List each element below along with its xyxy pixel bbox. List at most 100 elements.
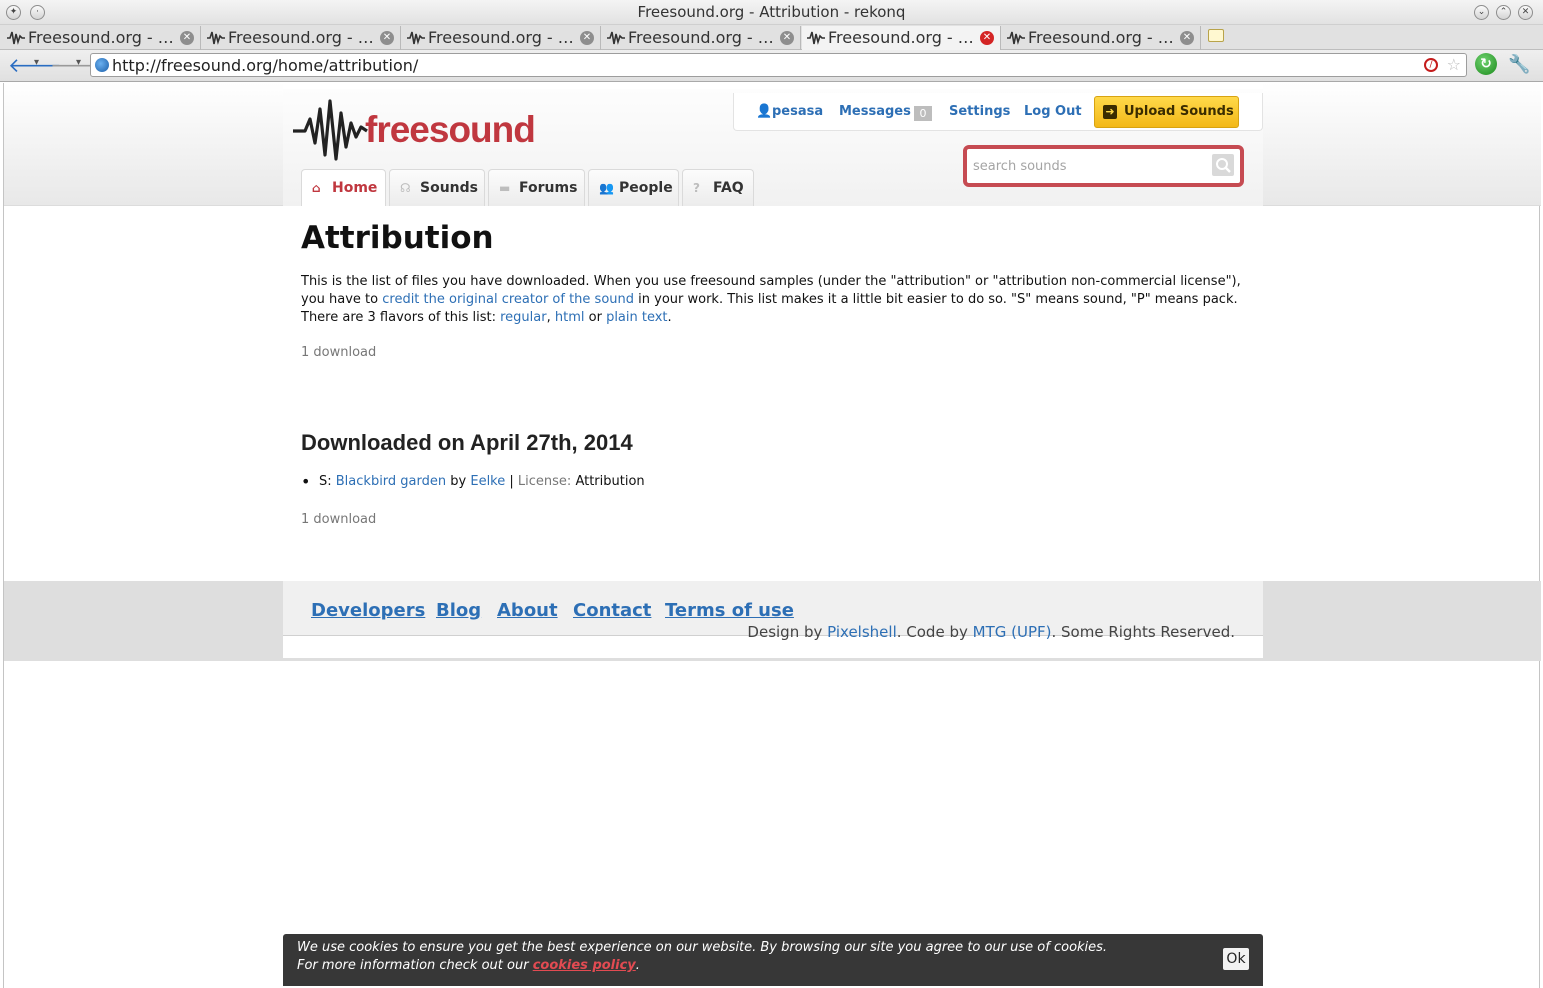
- logo-text: freesound: [365, 109, 536, 150]
- adblock-icon[interactable]: /: [1424, 58, 1438, 72]
- nav-tab-label: FAQ: [713, 180, 744, 196]
- tab-close-icon[interactable]: ✕: [1180, 31, 1194, 45]
- nav-tab-people[interactable]: 👥 People: [588, 169, 679, 206]
- cookie-ok-button[interactable]: Ok: [1223, 948, 1249, 970]
- nav-tab-sounds[interactable]: ☊ Sounds: [389, 169, 485, 206]
- back-history-chevron-down-icon[interactable]: ▾: [34, 57, 39, 68]
- flavor-plain-text-link[interactable]: plain text: [606, 310, 667, 325]
- cookie-line2-end: .: [635, 958, 640, 973]
- close-window-icon[interactable]: ✕: [1518, 5, 1533, 20]
- freesound-favicon-icon: [1007, 31, 1025, 45]
- cookies-policy-link[interactable]: cookies policy: [533, 958, 636, 973]
- window-titlebar: ✦ · Freesound.org - Attribution - rekonq…: [0, 0, 1543, 25]
- upload-arrow-icon: ➜: [1103, 105, 1117, 119]
- flavor-html-link[interactable]: html: [555, 310, 585, 325]
- browser-tab[interactable]: Freesound.org - … ✕: [402, 26, 601, 50]
- reload-icon[interactable]: ↻: [1475, 53, 1497, 75]
- headphones-icon: ☊: [400, 181, 411, 195]
- maximize-icon[interactable]: ⌃: [1496, 5, 1511, 20]
- freesound-favicon-icon: [607, 31, 625, 45]
- tab-close-icon[interactable]: ✕: [180, 31, 194, 45]
- search-button[interactable]: [1212, 154, 1234, 176]
- code-prefix: . Code by: [896, 623, 973, 641]
- flavor-or: or: [584, 310, 607, 325]
- nav-tab-label: Sounds: [420, 180, 478, 196]
- forward-history-chevron-down-icon[interactable]: ▾: [76, 57, 81, 68]
- messages-link[interactable]: Messages: [839, 104, 911, 119]
- footer-developers-link[interactable]: Developers: [311, 600, 425, 621]
- nav-tab-label: People: [619, 180, 673, 196]
- tab-label: Freesound.org - …: [828, 28, 974, 47]
- cookie-consent-bar: We use cookies to ensure you get the bes…: [283, 934, 1263, 986]
- tab-label: Freesound.org - …: [228, 28, 374, 47]
- freesound-favicon-icon: [407, 31, 425, 45]
- username-link[interactable]: pesasa: [772, 104, 823, 119]
- browser-tab[interactable]: Freesound.org - … ✕: [602, 26, 801, 50]
- site-header: freesound 👤 pesasa Messages 0 Settings L…: [283, 89, 1263, 206]
- freesound-logo[interactable]: freesound: [293, 97, 543, 165]
- tab-label: Freesound.org - …: [28, 28, 174, 47]
- license-label: License:: [517, 474, 576, 489]
- license-value: Attribution: [575, 474, 645, 489]
- speech-bubble-icon: ▬: [499, 181, 511, 195]
- footer-contact-link[interactable]: Contact: [573, 600, 651, 621]
- user-icon: 👤: [756, 104, 773, 119]
- freesound-favicon-icon: [807, 31, 825, 45]
- tab-label: Freesound.org - …: [1028, 28, 1174, 47]
- window-title: Freesound.org - Attribution - rekonq: [637, 3, 906, 21]
- people-icon: 👥: [599, 181, 614, 195]
- cookie-line2-prefix: For more information check out our: [297, 958, 533, 973]
- nav-tab-forums[interactable]: ▬ Forums: [488, 169, 585, 206]
- url-bar[interactable]: / ☆: [90, 53, 1467, 77]
- download-count-bottom: 1 download: [301, 512, 377, 527]
- cookie-message-line1: We use cookies to ensure you get the bes…: [297, 940, 1108, 955]
- url-input[interactable]: [112, 55, 1412, 75]
- tab-label: Freesound.org - …: [628, 28, 774, 47]
- item-by: by: [446, 474, 471, 489]
- download-count-top: 1 download: [301, 345, 377, 360]
- flavors-paragraph: There are 3 flavors of this list: regula…: [301, 309, 1246, 327]
- flavor-end: .: [667, 310, 672, 325]
- nav-tab-faq[interactable]: ? FAQ: [682, 169, 754, 206]
- tab-close-icon[interactable]: ✕: [980, 31, 994, 45]
- tools-wrench-icon[interactable]: 🔧: [1508, 54, 1530, 75]
- browser-toolbar: 🡐 ▾ 🡒 ▾ / ☆ ↻ 🔧: [0, 50, 1543, 82]
- minimize-icon[interactable]: ⌄: [1474, 5, 1489, 20]
- logout-link[interactable]: Log Out: [1024, 104, 1082, 119]
- messages-count-badge: 0: [914, 106, 932, 121]
- pixelshell-link[interactable]: Pixelshell: [827, 623, 897, 641]
- tab-close-icon[interactable]: ✕: [580, 31, 594, 45]
- sound-link[interactable]: Blackbird garden: [336, 474, 446, 489]
- new-tab-icon[interactable]: [1208, 29, 1224, 42]
- search-box: [963, 145, 1244, 187]
- globe-icon: [95, 58, 109, 72]
- flavor-regular-link[interactable]: regular: [500, 310, 546, 325]
- browser-tab[interactable]: Freesound.org - … ✕: [1002, 26, 1201, 50]
- upload-sounds-button[interactable]: ➜ Upload Sounds: [1094, 96, 1239, 128]
- nav-tab-label: Home: [332, 180, 378, 196]
- browser-tab[interactable]: Freesound.org - … ✕: [2, 26, 201, 50]
- nav-tab-home[interactable]: ⌂ Home: [301, 169, 386, 206]
- browser-tab-active[interactable]: Freesound.org - … ✕: [802, 26, 1001, 50]
- browser-tab[interactable]: Freesound.org - … ✕: [202, 26, 401, 50]
- footer-blog-link[interactable]: Blog: [436, 600, 481, 621]
- freesound-favicon-icon: [207, 31, 225, 45]
- settings-link[interactable]: Settings: [949, 104, 1010, 119]
- home-icon: ⌂: [312, 181, 321, 195]
- tab-close-icon[interactable]: ✕: [380, 31, 394, 45]
- search-input[interactable]: [973, 155, 1209, 177]
- download-list: S: Blackbird garden by Eelke | License: …: [301, 472, 645, 491]
- page-container: freesound 👤 pesasa Messages 0 Settings L…: [283, 83, 1263, 658]
- tab-close-icon[interactable]: ✕: [780, 31, 794, 45]
- footer-terms-link[interactable]: Terms of use: [665, 600, 794, 621]
- freesound-favicon-icon: [7, 31, 25, 45]
- mtg-link[interactable]: MTG (UPF): [973, 623, 1052, 641]
- credit-creator-link[interactable]: credit the original creator of the sound: [382, 292, 634, 307]
- author-link[interactable]: Eelke: [470, 474, 505, 489]
- intro-paragraph: This is the list of files you have downl…: [301, 273, 1246, 309]
- bookmark-star-icon[interactable]: ☆: [1447, 55, 1461, 74]
- list-item: S: Blackbird garden by Eelke | License: …: [301, 472, 645, 491]
- tab-bar: Freesound.org - … ✕ Freesound.org - … ✕ …: [0, 25, 1543, 50]
- footer-about-link[interactable]: About: [497, 600, 558, 621]
- footer-credits: Design by Pixelshell. Code by MTG (UPF).…: [747, 623, 1235, 641]
